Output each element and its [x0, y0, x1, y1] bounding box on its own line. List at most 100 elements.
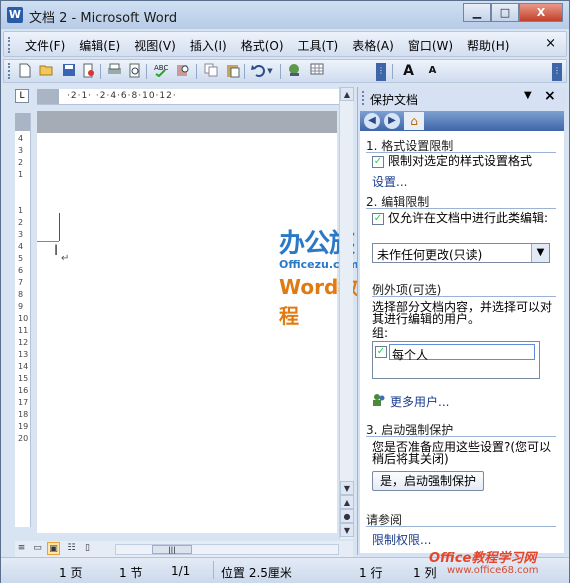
horizontal-ruler[interactable]: ·2·1· ·2·4·6·8·10·12· — [37, 89, 351, 105]
menu-format[interactable]: 格式(O) — [234, 37, 291, 54]
menu-edit[interactable]: 编辑(E) — [72, 37, 127, 54]
menubar-grip[interactable] — [8, 37, 11, 53]
undo-icon[interactable] — [250, 63, 267, 79]
web-view-icon[interactable]: ▭ — [31, 542, 44, 555]
format-restriction-checkbox[interactable]: ✓ — [372, 156, 384, 168]
save-icon[interactable] — [60, 63, 77, 79]
scroll-up-icon[interactable]: ▲ — [340, 87, 354, 101]
select-browse-object-icon[interactable]: ● — [340, 509, 354, 523]
editing-restriction-label: 仅允许在文档中进行此类编辑: — [388, 211, 549, 225]
toolbar2-options-icon[interactable]: ⋮ — [552, 63, 562, 81]
restrict-permission-link[interactable]: 限制权限... — [372, 531, 431, 548]
document-page[interactable] — [37, 133, 337, 533]
menu-insert[interactable]: 插入(I) — [183, 37, 234, 54]
status-separator — [213, 561, 214, 579]
shrink-font-icon[interactable]: A — [424, 63, 441, 79]
section-divider — [366, 526, 556, 527]
next-page-icon[interactable]: ▼ — [340, 523, 354, 537]
menu-file[interactable]: 文件(F) — [18, 37, 72, 54]
reading-view-icon[interactable]: ▯ — [81, 542, 94, 555]
toolbar-separator — [146, 64, 147, 79]
undo-dropdown-icon[interactable]: ▼ — [266, 63, 274, 79]
tab-selector[interactable]: L — [15, 89, 29, 103]
previous-page-icon[interactable]: ▲ — [340, 495, 354, 509]
menu-tools[interactable]: 工具(T) — [291, 37, 346, 54]
footer-watermark-url: www.office68.com — [447, 565, 539, 576]
table-icon[interactable] — [308, 63, 325, 79]
home-icon[interactable]: ⌂ — [404, 112, 424, 130]
back-icon[interactable]: ◀ — [364, 113, 380, 129]
vertical-scrollbar[interactable]: ▲ ▼ ▲ ● ▼ — [339, 87, 354, 539]
everyone-checkbox[interactable]: ✓ — [375, 346, 387, 358]
view-bar: ≡ ▭ ▣ ☷ ▯ ||| — [15, 541, 353, 557]
toolbar-separator — [280, 64, 281, 79]
status-page: 1 页 — [59, 566, 83, 580]
hyperlink-icon[interactable] — [286, 63, 303, 79]
menu-bar: 文件(F) 编辑(E) 视图(V) 插入(I) 格式(O) 工具(T) 表格(A… — [3, 31, 567, 57]
maximize-button[interactable]: □ — [491, 3, 519, 22]
pane-menu-icon[interactable]: ▼ — [524, 90, 532, 101]
new-document-icon[interactable] — [16, 63, 33, 79]
status-page-of: 1/1 — [171, 564, 191, 578]
standard-toolbar: ABC ▼ ⋮ A A ⋮ — [3, 59, 567, 83]
research-icon[interactable] — [174, 63, 191, 79]
enforce-question: 您是否准备应用这些设置?(您可以稍后将其关闭) — [372, 440, 552, 466]
menu-help[interactable]: 帮助(H) — [460, 37, 516, 54]
open-icon[interactable] — [38, 63, 55, 79]
print-preview-icon[interactable] — [126, 63, 143, 79]
dropdown-value: 未作任何更改(只读) — [377, 248, 483, 262]
margin-corner-vertical — [59, 213, 60, 241]
copy-icon[interactable] — [202, 63, 219, 79]
horizontal-scroll-thumb[interactable]: ||| — [152, 545, 192, 554]
window-title: 文档 2 - Microsoft Word — [29, 11, 178, 26]
section-divider — [366, 208, 556, 209]
group-listbox[interactable]: ✓ 每个人 — [372, 341, 540, 379]
settings-link[interactable]: 设置... — [372, 173, 407, 190]
toolbar-grip[interactable] — [8, 63, 11, 79]
toolbar-separator — [100, 64, 101, 79]
scroll-down-icon[interactable]: ▼ — [340, 481, 354, 495]
close-document-icon[interactable]: × — [545, 36, 556, 51]
toolbar-separator — [196, 64, 197, 79]
outline-view-icon[interactable]: ☷ — [65, 542, 78, 555]
start-enforcing-button[interactable]: 是，启动强制保护 — [372, 471, 484, 491]
everyone-label: 每个人 — [392, 348, 429, 362]
pane-grip[interactable] — [362, 91, 365, 105]
section-divider — [366, 436, 556, 437]
horizontal-scrollbar[interactable]: ||| — [115, 544, 339, 555]
page-top-margin — [37, 111, 337, 133]
grow-font-icon[interactable]: A — [400, 63, 417, 79]
spelling-icon[interactable]: ABC — [152, 63, 169, 79]
pane-nav-bar: ◀ ▶ ⌂ — [360, 111, 564, 131]
more-users-link[interactable]: 更多用户... — [390, 393, 449, 410]
pane-close-icon[interactable]: × — [544, 88, 556, 104]
normal-view-icon[interactable]: ≡ — [15, 542, 28, 555]
status-section: 1 节 — [119, 566, 143, 580]
print-layout-view-icon[interactable]: ▣ — [47, 542, 60, 555]
word-window: W 文档 2 - Microsoft Word ▁ □ X 文件(F) 编辑(E… — [0, 0, 570, 583]
toolbar-separator — [244, 64, 245, 79]
status-position: 位置 2.5厘米 — [221, 566, 292, 580]
status-line: 1 行 — [359, 566, 383, 580]
everyone-item[interactable]: 每个人 — [389, 344, 535, 362]
pane-header: 保护文档 ▼ × — [358, 87, 568, 109]
paste-icon[interactable] — [224, 63, 241, 79]
word-app-icon[interactable]: W — [7, 7, 23, 23]
editing-restriction-checkbox[interactable]: ✓ — [372, 213, 384, 225]
toolbar-options-icon[interactable]: ⋮ — [376, 63, 386, 81]
minimize-button[interactable]: ▁ — [463, 3, 491, 22]
menu-view[interactable]: 视图(V) — [127, 37, 183, 54]
ruler-numbers: 4 3 2 1 1 2 3 4 5 6 7 8 9 10 11 12 13 14… — [18, 134, 29, 443]
chevron-down-icon[interactable]: ▼ — [531, 244, 549, 262]
print-icon[interactable] — [106, 63, 123, 79]
close-window-button[interactable]: X — [519, 3, 563, 22]
section-divider — [366, 152, 556, 153]
forward-icon[interactable]: ▶ — [384, 113, 400, 129]
editing-type-dropdown[interactable]: 未作任何更改(只读) ▼ — [372, 243, 550, 263]
vertical-ruler[interactable]: 4 3 2 1 1 2 3 4 5 6 7 8 9 10 11 12 13 14… — [15, 113, 31, 527]
ruler-ticks: ·2·1· ·2·4·6·8·10·12· — [67, 91, 177, 101]
permission-icon[interactable] — [80, 63, 97, 79]
margin-corner-horizontal — [37, 241, 59, 242]
menu-window[interactable]: 窗口(W) — [401, 37, 460, 54]
menu-table[interactable]: 表格(A) — [345, 37, 401, 54]
